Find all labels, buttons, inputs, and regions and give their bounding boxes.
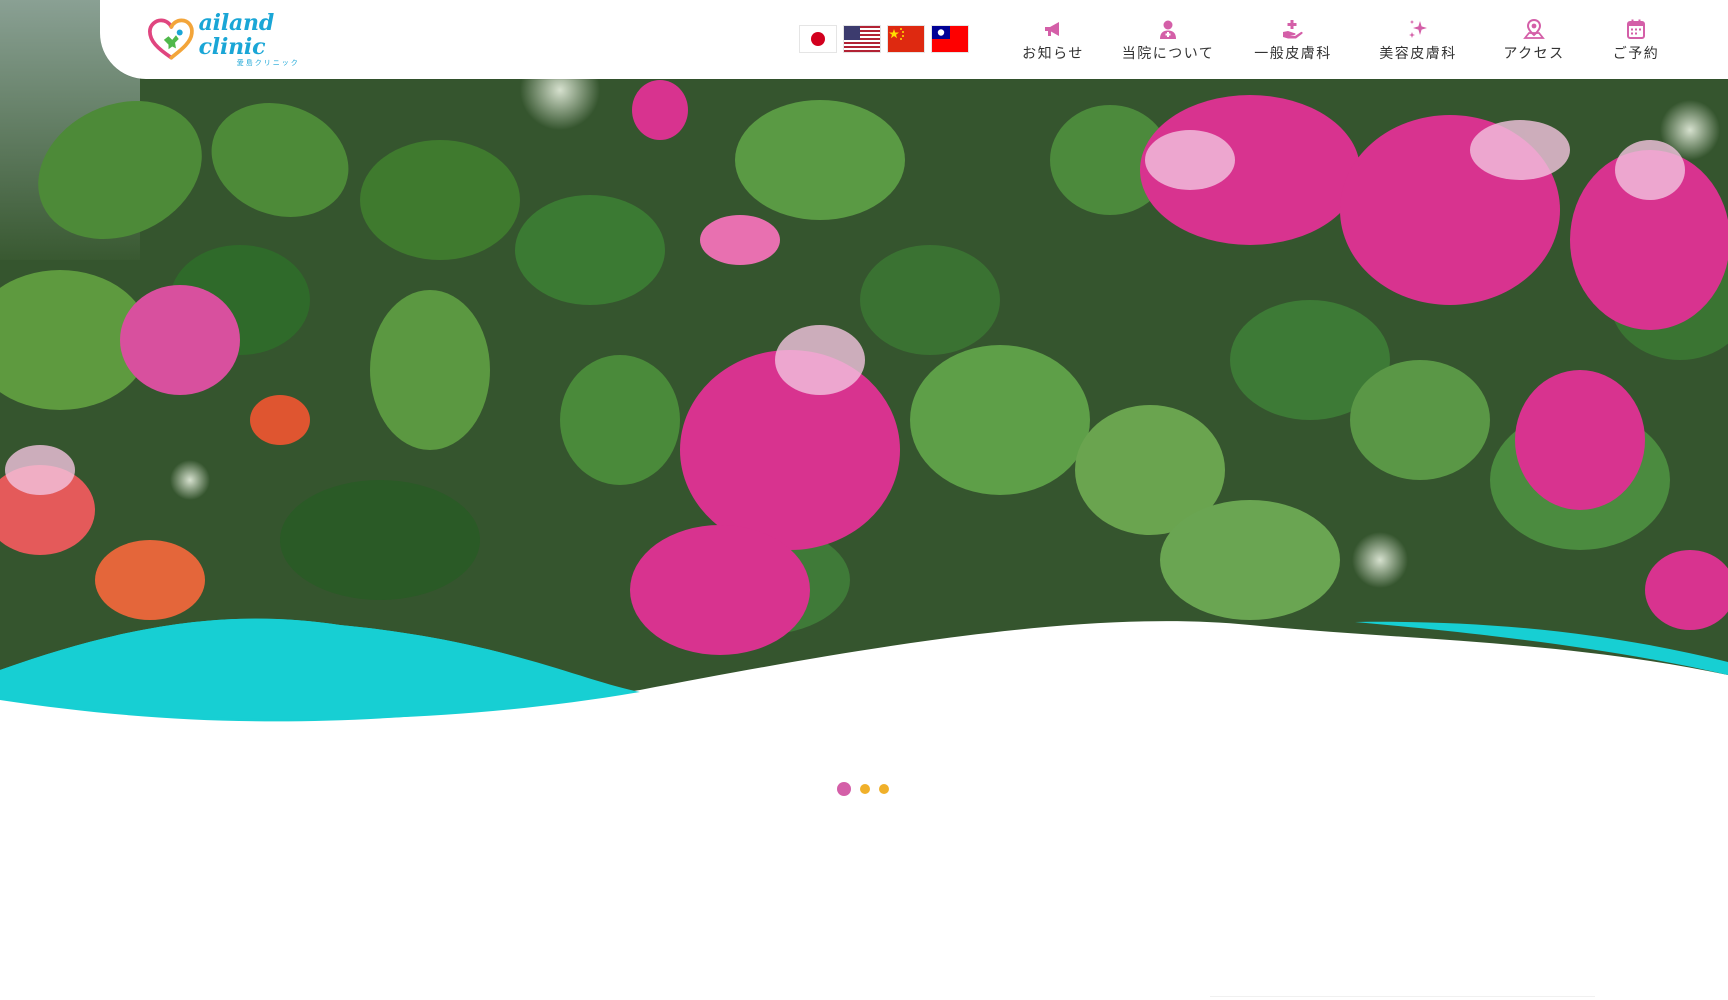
hero-carousel[interactable] bbox=[0, 0, 1728, 730]
megaphone-icon bbox=[1045, 22, 1059, 36]
medical-hand-icon bbox=[1283, 20, 1303, 39]
divider bbox=[1210, 996, 1595, 997]
nav-item-general-dermatology[interactable]: 一般皮膚科 bbox=[1230, 18, 1356, 68]
sparkle-icon bbox=[1409, 20, 1427, 38]
carousel-dot-3[interactable] bbox=[879, 784, 889, 794]
nav-item-access[interactable]: アクセス bbox=[1480, 18, 1588, 68]
language-switcher bbox=[800, 26, 968, 52]
map-pin-icon bbox=[1523, 18, 1545, 39]
flag-taiwan-icon[interactable] bbox=[932, 26, 968, 52]
nav-item-news[interactable]: お知らせ bbox=[1000, 18, 1106, 68]
nav-label-reservation: ご予約 bbox=[1612, 46, 1660, 62]
logo-name: ailand clinic bbox=[198, 9, 275, 60]
nav-label-general-dermatology: 一般皮膚科 bbox=[1254, 46, 1332, 62]
main-nav: お知らせ 当院について 一般皮膚科 美容皮膚科 アクセス ご予約 bbox=[1000, 18, 1684, 68]
nav-item-about[interactable]: 当院について bbox=[1106, 18, 1230, 68]
page: ailand clinic 愛島クリニック お知らせ 当院について 一般皮膚科 … bbox=[0, 0, 1728, 1000]
calendar-icon bbox=[1627, 19, 1645, 39]
flag-china-icon[interactable] bbox=[888, 26, 924, 52]
flag-usa-icon[interactable] bbox=[844, 26, 880, 52]
carousel-pagination bbox=[837, 782, 889, 796]
nav-label-access: アクセス bbox=[1503, 46, 1565, 62]
carousel-dot-1[interactable] bbox=[837, 782, 851, 796]
clinic-logo[interactable]: ailand clinic 愛島クリニック bbox=[148, 9, 338, 67]
logo-subtitle: 愛島クリニック bbox=[236, 58, 300, 67]
heart-logo-icon bbox=[148, 18, 194, 60]
carousel-dot-2[interactable] bbox=[860, 784, 870, 794]
nav-item-reservation[interactable]: ご予約 bbox=[1588, 18, 1684, 68]
doctor-icon bbox=[1160, 20, 1176, 39]
nav-label-about: 当院について bbox=[1121, 46, 1215, 62]
flag-japan-icon[interactable] bbox=[800, 26, 836, 52]
nav-label-cosmetic-dermatology: 美容皮膚科 bbox=[1379, 46, 1457, 62]
hero-wave-divider bbox=[0, 618, 1728, 730]
site-header: ailand clinic 愛島クリニック お知らせ 当院について 一般皮膚科 … bbox=[100, 0, 1728, 79]
nav-label-news: お知らせ bbox=[1022, 46, 1084, 62]
nav-item-cosmetic-dermatology[interactable]: 美容皮膚科 bbox=[1356, 18, 1480, 68]
